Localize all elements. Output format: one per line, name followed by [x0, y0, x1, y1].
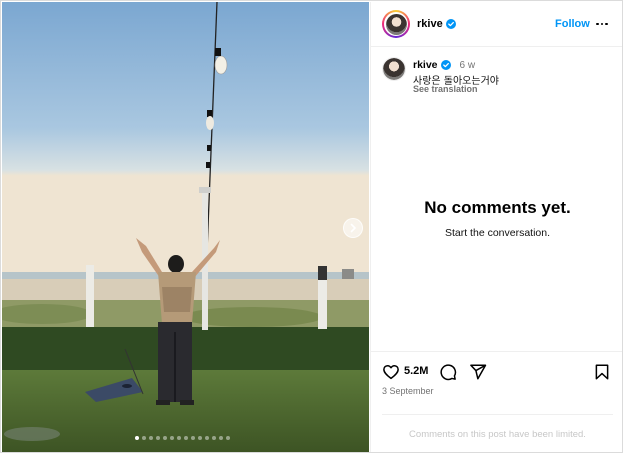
carousel-dot — [135, 436, 139, 440]
post-photo — [2, 2, 369, 452]
share-button[interactable] — [469, 362, 487, 382]
chevron-right-icon — [350, 223, 357, 233]
carousel-dot — [142, 436, 146, 440]
carousel-dot — [163, 436, 167, 440]
author-avatar[interactable] — [382, 10, 410, 38]
more-horizontal-icon[interactable] — [595, 17, 609, 31]
carousel-dot — [191, 436, 195, 440]
heart-icon — [383, 364, 399, 380]
bookmark-icon — [595, 364, 609, 380]
post-date[interactable]: 3 September — [382, 386, 434, 396]
carousel-indicator — [2, 436, 369, 440]
verified-badge-icon — [440, 60, 451, 70]
see-translation-link[interactable]: See translation — [413, 84, 478, 94]
caption-avatar[interactable] — [382, 57, 406, 81]
post-actions-section: 5.2M 3 September Comments on this post h… — [371, 351, 622, 452]
carousel-dot — [212, 436, 216, 440]
follow-button[interactable]: Follow — [555, 18, 590, 30]
comment-button[interactable] — [439, 362, 457, 382]
post-header: rkive Follow — [371, 2, 622, 47]
carousel-dot — [170, 436, 174, 440]
carousel-dot — [205, 436, 209, 440]
carousel-dot — [177, 436, 181, 440]
verified-badge-icon — [445, 19, 456, 29]
caption-timestamp[interactable]: 6 w — [460, 60, 476, 71]
empty-comments-title: No comments yet. — [424, 198, 571, 217]
comments-limited-notice: Comments on this post have been limited. — [382, 414, 613, 440]
author-username[interactable]: rkive — [417, 18, 456, 30]
caption-username[interactable]: rkive — [413, 59, 438, 71]
like-count[interactable]: 5.2M — [404, 365, 428, 377]
comments-empty-state: No comments yet. Start the conversation. — [371, 198, 622, 239]
send-icon — [470, 364, 487, 380]
comment-icon — [440, 364, 457, 381]
empty-comments-subtitle: Start the conversation. — [444, 227, 551, 239]
carousel-dot — [149, 436, 153, 440]
post-action-bar: 5.2M — [382, 362, 614, 382]
save-button[interactable] — [593, 362, 611, 382]
post-side-panel: rkive Follow rkive 6 w 사랑은 돌아오는거야 See tr… — [370, 2, 622, 452]
author-username-label[interactable]: rkive — [417, 18, 443, 30]
post-dialog: rkive Follow rkive 6 w 사랑은 돌아오는거야 See tr… — [0, 0, 623, 453]
post-media-carousel[interactable] — [2, 2, 369, 452]
carousel-dot — [184, 436, 188, 440]
caption-author: rkive 6 w — [413, 59, 475, 71]
carousel-dot — [156, 436, 160, 440]
carousel-dot — [219, 436, 223, 440]
carousel-dot — [226, 436, 230, 440]
next-slide-button[interactable] — [343, 218, 363, 238]
carousel-dot — [198, 436, 202, 440]
like-button[interactable] — [382, 362, 400, 382]
